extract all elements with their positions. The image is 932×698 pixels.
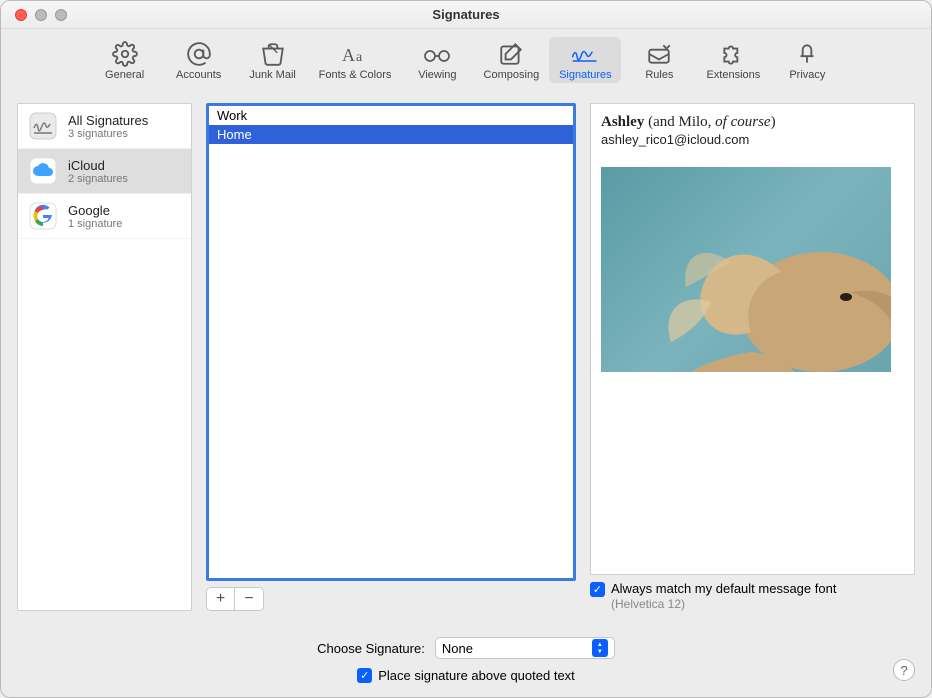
signature-preview[interactable]: Ashley (and Milo, of course) ashley_rico… <box>590 103 915 575</box>
svg-text:A: A <box>342 45 355 65</box>
account-row-all[interactable]: All Signatures 3 signatures <box>18 104 191 149</box>
account-count: 2 signatures <box>68 173 128 185</box>
at-icon <box>184 41 214 67</box>
toolbar-label: Accounts <box>176 69 221 81</box>
add-remove-controls: + − <box>206 587 264 611</box>
signatures-pane: Work Home + − <box>206 103 576 611</box>
toolbar-label: Extensions <box>706 69 760 81</box>
account-title: iCloud <box>68 158 128 173</box>
choose-signature-row: Choose Signature: None ▲▼ <box>317 637 615 659</box>
compose-icon <box>496 41 526 67</box>
signature-name-line: Ashley (and Milo, of course) <box>601 114 904 131</box>
account-count: 1 signature <box>68 218 122 230</box>
place-above-option: ✓ Place signature above quoted text <box>357 667 575 683</box>
tab-composing[interactable]: Composing <box>475 37 547 83</box>
toolbar-label: Signatures <box>559 69 612 81</box>
accounts-list: All Signatures 3 signatures iCloud 2 sig… <box>17 103 192 611</box>
signature-name-bold: Ashley <box>601 114 644 130</box>
titlebar: Signatures <box>1 1 931 29</box>
tab-privacy[interactable]: Privacy <box>771 37 843 83</box>
glasses-icon <box>422 41 452 67</box>
toolbar-label: Junk Mail <box>249 69 295 81</box>
signature-image <box>601 167 891 372</box>
place-above-checkbox[interactable]: ✓ <box>357 668 372 683</box>
account-row-google[interactable]: Google 1 signature <box>18 194 191 239</box>
signature-item-home[interactable]: Home <box>209 125 573 144</box>
signature-icon <box>570 41 600 67</box>
signature-name-close: ) <box>771 114 776 130</box>
account-row-icloud[interactable]: iCloud 2 signatures <box>18 149 191 194</box>
tab-viewing[interactable]: Viewing <box>401 37 473 83</box>
signatures-list[interactable]: Work Home <box>206 103 576 581</box>
match-font-label: Always match my default message font <box>611 581 836 596</box>
signature-item-work[interactable]: Work <box>209 106 573 125</box>
choose-signature-label: Choose Signature: <box>317 641 425 656</box>
google-icon <box>28 201 58 231</box>
tab-general[interactable]: General <box>89 37 161 83</box>
icloud-icon <box>28 156 58 186</box>
tab-accounts[interactable]: Accounts <box>163 37 235 83</box>
gear-icon <box>110 41 140 67</box>
toolbar-label: General <box>105 69 144 81</box>
remove-signature-button[interactable]: − <box>235 588 263 610</box>
choose-signature-value: None <box>442 641 473 656</box>
help-button[interactable]: ? <box>893 659 915 681</box>
panes: All Signatures 3 signatures iCloud 2 sig… <box>17 103 915 611</box>
place-above-label: Place signature above quoted text <box>378 668 575 683</box>
tab-extensions[interactable]: Extensions <box>697 37 769 83</box>
select-arrows-icon: ▲▼ <box>592 639 608 657</box>
match-font-checkbox[interactable]: ✓ <box>590 582 605 597</box>
toolbar-label: Rules <box>645 69 673 81</box>
account-title: Google <box>68 203 122 218</box>
match-font-sub: (Helvetica 12) <box>611 597 836 611</box>
preview-pane: Ashley (and Milo, of course) ashley_rico… <box>590 103 915 611</box>
content-area: All Signatures 3 signatures iCloud 2 sig… <box>1 87 931 697</box>
tab-fonts-colors[interactable]: Aa Fonts & Colors <box>311 37 400 83</box>
toolbar-label: Privacy <box>789 69 825 81</box>
preferences-window: Signatures General Accounts Junk Mail Aa… <box>0 0 932 698</box>
account-count: 3 signatures <box>68 128 148 140</box>
close-icon[interactable] <box>15 9 27 21</box>
tab-signatures[interactable]: Signatures <box>549 37 621 83</box>
svg-text:a: a <box>356 50 363 65</box>
signature-icon <box>28 111 58 141</box>
signature-name-italic: of course <box>715 114 770 130</box>
puzzle-icon <box>718 41 748 67</box>
trash-icon <box>258 41 288 67</box>
tab-junk-mail[interactable]: Junk Mail <box>237 37 309 83</box>
toolbar-label: Composing <box>484 69 540 81</box>
tab-rules[interactable]: Rules <box>623 37 695 83</box>
rules-icon <box>644 41 674 67</box>
toolbar-label: Fonts & Colors <box>319 69 392 81</box>
choose-signature-select[interactable]: None ▲▼ <box>435 637 615 659</box>
window-controls <box>1 9 67 21</box>
window-title: Signatures <box>1 7 931 22</box>
signature-name-rest: (and Milo, <box>644 114 715 130</box>
add-signature-button[interactable]: + <box>207 588 235 610</box>
bottom-controls: Choose Signature: None ▲▼ ✓ Place signat… <box>17 619 915 683</box>
account-title: All Signatures <box>68 113 148 128</box>
accounts-pane: All Signatures 3 signatures iCloud 2 sig… <box>17 103 192 611</box>
signature-email: ashley_rico1@icloud.com <box>601 132 904 147</box>
fonts-icon: Aa <box>340 41 370 67</box>
preferences-toolbar: General Accounts Junk Mail Aa Fonts & Co… <box>1 29 931 87</box>
match-font-option: ✓ Always match my default message font (… <box>590 581 915 611</box>
maximize-icon[interactable] <box>55 9 67 21</box>
dog-photo-icon <box>651 202 891 372</box>
toolbar-label: Viewing <box>418 69 456 81</box>
minimize-icon[interactable] <box>35 9 47 21</box>
privacy-icon <box>792 41 822 67</box>
